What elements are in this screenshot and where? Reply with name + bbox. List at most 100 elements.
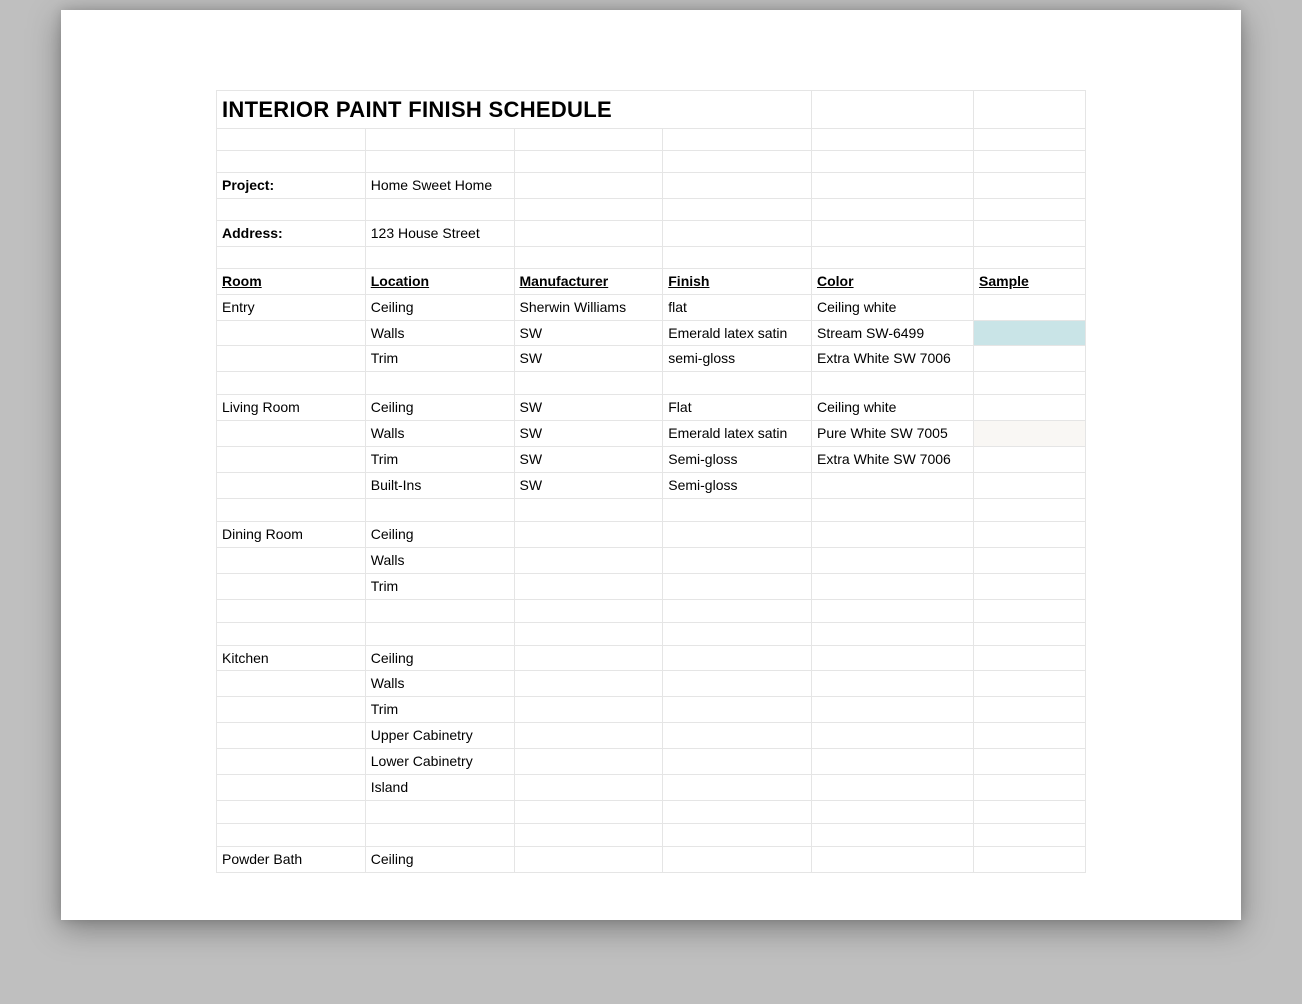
cell-sample [974, 749, 1086, 775]
table-row: Dining RoomCeiling [217, 521, 1086, 547]
header-room: Room [217, 268, 366, 294]
cell-finish: Emerald latex satin [663, 320, 812, 346]
cell-color: Pure White SW 7005 [812, 421, 974, 447]
table-row: EntryCeilingSherwin WilliamsflatCeiling … [217, 294, 1086, 320]
cell-room [217, 447, 366, 473]
table-row [217, 599, 1086, 622]
cell-location: Ceiling [365, 846, 514, 872]
cell-finish [663, 573, 812, 599]
cell-finish: Emerald latex satin [663, 421, 812, 447]
cell-color [812, 749, 974, 775]
table-row: Lower Cabinetry [217, 749, 1086, 775]
cell-finish [663, 547, 812, 573]
table-row: KitchenCeiling [217, 645, 1086, 671]
cell-manufacturer: SW [514, 346, 663, 372]
cell-room [217, 599, 366, 622]
cell-manufacturer: SW [514, 320, 663, 346]
column-header-row: Room Location Manufacturer Finish Color … [217, 268, 1086, 294]
cell-manufacturer [514, 823, 663, 846]
cell-manufacturer [514, 671, 663, 697]
cell-location: Island [365, 775, 514, 801]
cell-manufacturer [514, 775, 663, 801]
cell-finish [663, 671, 812, 697]
cell-color: Ceiling white [812, 294, 974, 320]
project-value: Home Sweet Home [365, 173, 514, 199]
cell-sample [974, 622, 1086, 645]
cell-room: Living Room [217, 395, 366, 421]
cell-finish [663, 645, 812, 671]
cell-sample [974, 372, 1086, 395]
cell-location: Walls [365, 320, 514, 346]
cell-finish: flat [663, 294, 812, 320]
paint-schedule-table: INTERIOR PAINT FINISH SCHEDULE Project: … [216, 90, 1086, 873]
cell-color [812, 622, 974, 645]
cell-color: Ceiling white [812, 395, 974, 421]
cell-sample [974, 320, 1086, 346]
cell-location: Lower Cabinetry [365, 749, 514, 775]
cell-finish [663, 800, 812, 823]
spacer-row [217, 198, 1086, 220]
address-row: Address: 123 House Street [217, 220, 1086, 246]
cell-finish [663, 723, 812, 749]
cell-finish: Semi-gloss [663, 473, 812, 499]
cell-location: Walls [365, 421, 514, 447]
cell-location: Trim [365, 346, 514, 372]
table-row: Upper Cabinetry [217, 723, 1086, 749]
cell-location: Walls [365, 547, 514, 573]
cell-location: Trim [365, 697, 514, 723]
table-row: Trim [217, 697, 1086, 723]
spacer-row [217, 151, 1086, 173]
cell-location: Trim [365, 573, 514, 599]
cell-sample [974, 447, 1086, 473]
cell-room [217, 473, 366, 499]
cell-room [217, 800, 366, 823]
cell-sample [974, 823, 1086, 846]
cell-location [365, 823, 514, 846]
cell-location: Ceiling [365, 294, 514, 320]
cell-color [812, 800, 974, 823]
table-row: WallsSWEmerald latex satinStream SW-6499 [217, 320, 1086, 346]
cell-manufacturer [514, 697, 663, 723]
cell-room [217, 723, 366, 749]
cell-manufacturer: SW [514, 447, 663, 473]
cell-manufacturer: SW [514, 421, 663, 447]
cell-manufacturer [514, 521, 663, 547]
table-row: Living RoomCeilingSWFlatCeiling white [217, 395, 1086, 421]
cell-location [365, 372, 514, 395]
cell-sample [974, 800, 1086, 823]
cell-manufacturer [514, 645, 663, 671]
cell-finish [663, 622, 812, 645]
cell-finish [663, 775, 812, 801]
cell-room: Powder Bath [217, 846, 366, 872]
spacer-row [217, 246, 1086, 268]
cell-manufacturer [514, 372, 663, 395]
header-finish: Finish [663, 268, 812, 294]
cell-sample [974, 395, 1086, 421]
header-location: Location [365, 268, 514, 294]
cell-sample [974, 775, 1086, 801]
cell-finish [663, 749, 812, 775]
project-label: Project: [217, 173, 366, 199]
cell-location [365, 498, 514, 521]
cell-manufacturer [514, 622, 663, 645]
cell-color: Extra White SW 7006 [812, 346, 974, 372]
cell-sample [974, 547, 1086, 573]
cell-room [217, 823, 366, 846]
spacer-row [217, 129, 1086, 151]
title-row: INTERIOR PAINT FINISH SCHEDULE [217, 91, 1086, 129]
cell-room: Dining Room [217, 521, 366, 547]
cell-location: Trim [365, 447, 514, 473]
table-row: Walls [217, 671, 1086, 697]
table-row [217, 498, 1086, 521]
cell-color [812, 697, 974, 723]
cell-finish [663, 498, 812, 521]
cell-manufacturer [514, 846, 663, 872]
table-row [217, 823, 1086, 846]
cell-color [812, 775, 974, 801]
cell-color [812, 547, 974, 573]
cell-sample [974, 697, 1086, 723]
cell-manufacturer [514, 749, 663, 775]
cell-manufacturer [514, 723, 663, 749]
cell-color [812, 372, 974, 395]
cell-location [365, 800, 514, 823]
